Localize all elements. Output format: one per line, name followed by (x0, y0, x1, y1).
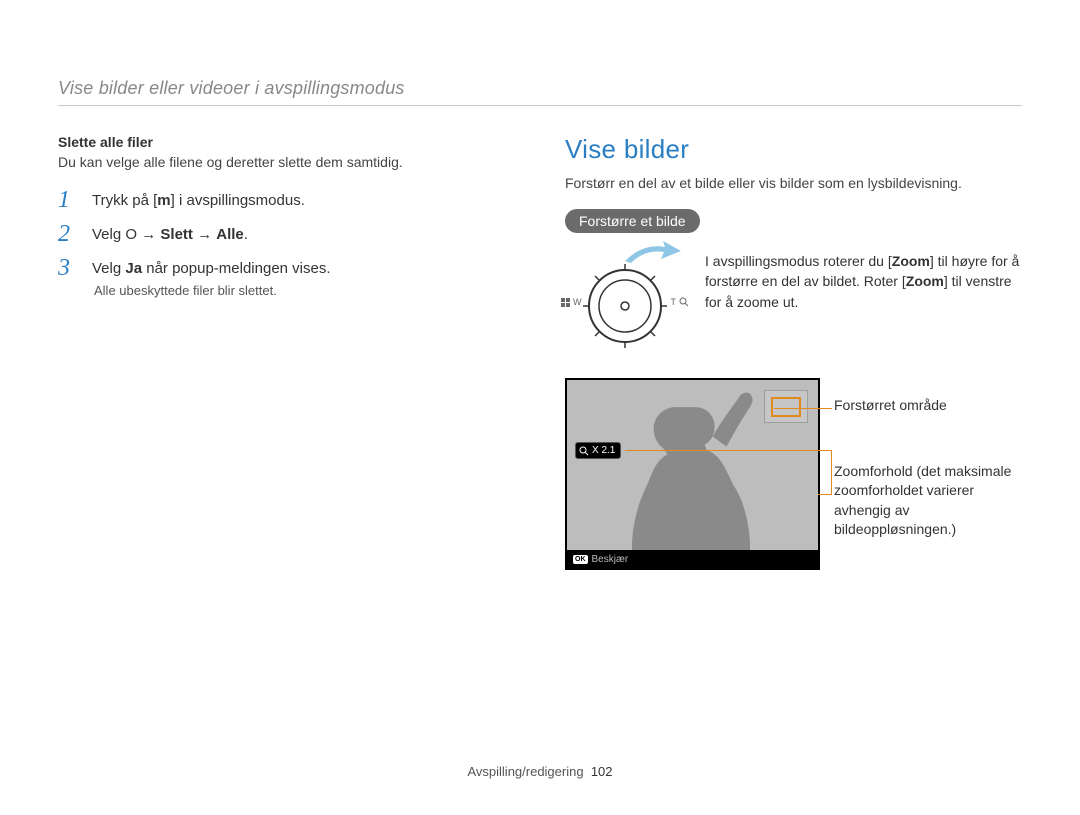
section-title-view-images: Vise bilder (565, 134, 1022, 165)
screen-preview: X 2.1 OK Beskjær (565, 378, 820, 570)
left-column: Slette alle filer Du kan velge alle file… (58, 134, 515, 570)
arrow-icon: → (193, 226, 216, 243)
confirm-yes: Ja (125, 260, 142, 277)
callout-line (774, 408, 832, 409)
step-number: 3 (58, 256, 78, 298)
step-text: når popup-meldingen vises. (142, 260, 330, 277)
view-images-intro: Forstørr en del av et bilde eller vis bi… (565, 175, 1022, 191)
thumbnail-grid-icon (561, 298, 570, 307)
text: I avspillingsmodus roterer du [ (705, 253, 892, 269)
step-1: 1 Trykk på [m] i avspillingsmodus. (58, 188, 515, 212)
zoom-instruction-text: I avspillingsmodus roterer du [Zoom] til… (705, 251, 1022, 312)
step-text: Trykk på [ (92, 192, 157, 209)
option-icon: O (125, 226, 137, 243)
step-body: Trykk på [m] i avspillingsmodus. (92, 188, 305, 212)
crop-label: Beskjær (592, 554, 629, 565)
zoom-in-label: T (671, 297, 677, 307)
ok-button-icon: OK (573, 555, 588, 564)
callout-line (818, 494, 832, 495)
step-number: 1 (58, 188, 78, 212)
zoom-keyword: Zoom (892, 253, 930, 269)
step-3: 3 Velg Ja når popup-meldingen vises. All… (58, 256, 515, 298)
preview-row: X 2.1 OK Beskjær Forstørret område Zoomf… (565, 378, 1022, 570)
zoom-ratio-value: X 2.1 (592, 445, 615, 456)
zoom-keyword: Zoom (906, 273, 944, 289)
divider (58, 105, 1022, 106)
callout-enlarged-area: Forstørret område (834, 396, 1022, 416)
step-2: 2 Velg O → Slett → Alle. (58, 222, 515, 246)
step-text: . (244, 226, 248, 243)
enlarge-image-badge: Forstørre et bilde (565, 209, 700, 233)
step-number: 2 (58, 222, 78, 246)
step-text: Velg (92, 226, 125, 243)
arrow-icon: → (137, 226, 160, 243)
callout-line (625, 450, 832, 451)
step-note: Alle ubeskyttede filer blir slettet. (94, 283, 331, 298)
navigator-area (764, 390, 808, 423)
page-footer: Avspilling/redigering 102 (0, 764, 1080, 779)
callout-labels: Forstørret område Zoomforhold (det maksi… (834, 378, 1022, 540)
dial-labels: W T (561, 297, 689, 307)
callout-zoom-ratio: Zoomforhold (det maksimale zoomforholdet… (834, 462, 1022, 540)
menu-key-icon: m (157, 192, 170, 209)
callout-line (831, 450, 832, 494)
zoom-instruction-row: W T I avspillingsmodus roterer du [Zoom]… (565, 251, 1022, 356)
menu-option-delete: Slett (160, 226, 193, 243)
right-column: Vise bilder Forstørr en del av et bilde … (565, 134, 1022, 570)
magnifier-icon (679, 297, 689, 307)
page-number: 102 (591, 764, 613, 779)
navigator-viewport (771, 397, 801, 417)
step-body: Velg Ja når popup-meldingen vises. Alle … (92, 256, 331, 298)
delete-all-intro: Du kan velge alle filene og deretter sle… (58, 154, 515, 170)
step-text: ] i avspillingsmodus. (171, 192, 305, 209)
steps-list: 1 Trykk på [m] i avspillingsmodus. 2 Vel… (58, 188, 515, 298)
preview-bottom-bar: OK Beskjær (567, 550, 818, 568)
step-text: Velg (92, 260, 125, 277)
menu-option-all: Alle (216, 226, 244, 243)
magnifier-icon (579, 446, 589, 456)
zoom-out-label: W (573, 297, 582, 307)
zoom-dial-illustration: W T (565, 251, 685, 356)
delete-all-heading: Slette alle filer (58, 134, 515, 150)
breadcrumb: Vise bilder eller videoer i avspillingsm… (58, 78, 1022, 99)
footer-section: Avspilling/redigering (467, 764, 583, 779)
zoom-ratio-badge: X 2.1 (575, 442, 621, 459)
step-body: Velg O → Slett → Alle. (92, 222, 248, 246)
rotate-arrow-icon (623, 241, 683, 267)
